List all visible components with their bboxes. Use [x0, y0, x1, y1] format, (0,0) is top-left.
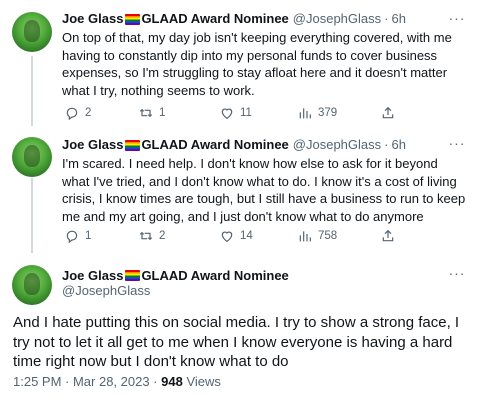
rainbow-flag-icon — [125, 13, 141, 25]
views-count: 379 — [318, 107, 338, 119]
author-name[interactable]: Joe Glass — [62, 10, 123, 28]
more-options-icon[interactable]: ··· — [448, 11, 466, 30]
retweet-icon — [139, 231, 153, 241]
views-icon — [299, 108, 311, 119]
like-count: 14 — [240, 230, 253, 242]
separator-dot: · — [384, 11, 389, 26]
like-button[interactable]: 14 — [219, 226, 253, 246]
retweet-count: 1 — [159, 107, 166, 119]
tweet-actions: 1 2 14 758 — [58, 226, 418, 246]
rainbow-flag-icon — [125, 139, 141, 151]
like-count: 11 — [240, 107, 252, 119]
share-button[interactable] — [380, 103, 396, 123]
retweet-count: 2 — [159, 230, 166, 242]
heart-icon — [221, 231, 233, 243]
share-button[interactable] — [380, 226, 396, 246]
tweet-time[interactable]: 6h — [392, 136, 406, 154]
tweet-header: Joe Glass GLAAD Award Nominee @JosephGla… — [62, 136, 450, 154]
retweet-button[interactable]: 1 — [138, 103, 165, 123]
retweet-icon — [139, 108, 153, 118]
rainbow-flag-icon — [125, 269, 141, 281]
author-handle[interactable]: @JosephGlass — [293, 10, 381, 28]
author-name-suffix[interactable]: GLAAD Award Nominee — [141, 136, 288, 154]
tweet-actions: 2 1 11 379 — [58, 103, 418, 123]
tweet-text: On top of that, my day job isn't keeping… — [62, 30, 452, 98]
avatar[interactable] — [12, 12, 52, 52]
avatar[interactable] — [12, 265, 52, 305]
more-options-icon[interactable]: ··· — [448, 136, 466, 155]
share-icon — [382, 229, 394, 242]
thread-tweet-2[interactable]: Joe Glass GLAAD Award Nominee @JosephGla… — [0, 125, 480, 255]
views-button[interactable]: 758 — [297, 226, 337, 246]
reply-button[interactable]: 2 — [64, 103, 91, 123]
views-count: 758 — [318, 230, 338, 242]
main-tweet-text: And I hate putting this on social media.… — [13, 314, 460, 370]
views-icon — [299, 231, 311, 242]
author-name[interactable]: Joe Glass — [62, 136, 123, 154]
author-name[interactable]: Joe Glass — [62, 268, 123, 283]
view-count: 948 — [161, 374, 183, 389]
author-handle[interactable]: @JosephGlass — [62, 282, 150, 300]
tweet-timestamp[interactable]: 1:25 PM · Mar 28, 2023 · — [13, 374, 161, 389]
more-options-icon[interactable]: ··· — [448, 266, 466, 285]
tweet-time[interactable]: 6h — [392, 10, 406, 28]
views-label: Views — [182, 374, 221, 389]
author-name-suffix[interactable]: GLAAD Award Nominee — [141, 268, 288, 283]
heart-icon — [221, 108, 233, 120]
retweet-button[interactable]: 2 — [138, 226, 165, 246]
author-name-suffix[interactable]: GLAAD Award Nominee — [141, 10, 288, 28]
reply-icon — [66, 230, 78, 244]
thread-tweet-1[interactable]: Joe Glass GLAAD Award Nominee @JosephGla… — [0, 0, 480, 125]
separator-dot: · — [384, 137, 389, 152]
tweet-text: I'm scared. I need help. I don't know ho… — [62, 156, 466, 224]
reply-button[interactable]: 1 — [64, 226, 91, 246]
share-icon — [382, 106, 394, 119]
reply-icon — [66, 107, 78, 121]
avatar[interactable] — [12, 137, 52, 177]
like-button[interactable]: 11 — [219, 103, 252, 123]
tweet-header: Joe Glass GLAAD Award Nominee @JosephGla… — [62, 10, 450, 28]
tweet-meta: 1:25 PM · Mar 28, 2023 · 948 Views — [13, 374, 221, 389]
views-button[interactable]: 379 — [297, 103, 337, 123]
reply-count: 2 — [85, 107, 92, 119]
author-handle[interactable]: @JosephGlass — [293, 136, 381, 154]
reply-count: 1 — [85, 230, 92, 242]
